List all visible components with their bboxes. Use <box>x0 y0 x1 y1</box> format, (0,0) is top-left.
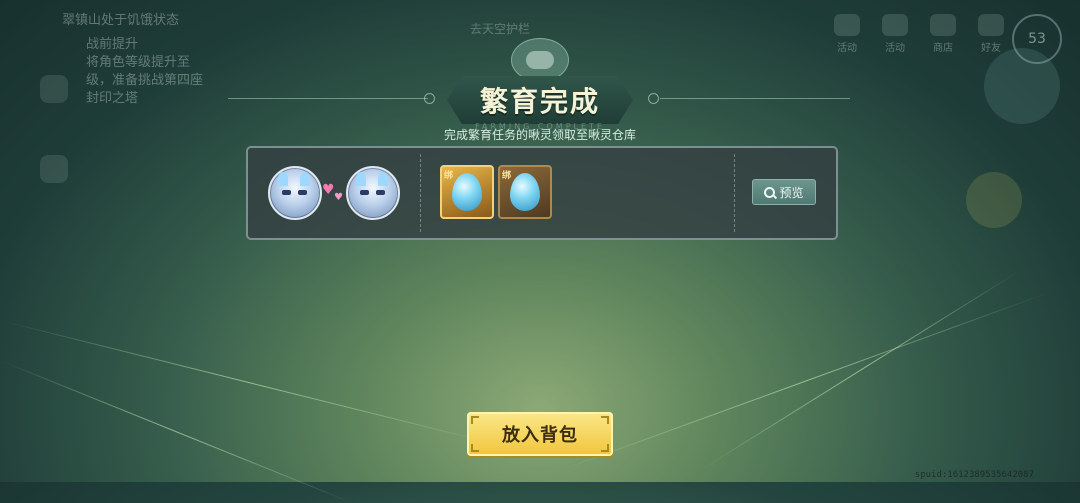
hud-icon: 商店 <box>926 14 960 54</box>
chat-icon <box>40 155 68 183</box>
heart-icon: ♥ <box>334 192 343 203</box>
egg-icon <box>452 173 482 211</box>
breeding-result-panel: ♥ ♥ 绑 绑 预览 <box>246 146 838 240</box>
preview-button[interactable]: 预览 <box>752 179 816 205</box>
put-in-bag-button[interactable]: 放入背包 <box>467 412 613 456</box>
put-in-bag-label: 放入背包 <box>502 425 578 446</box>
title-banner: 繁育完成 <box>447 76 633 124</box>
pet-avatar-faded <box>966 172 1022 228</box>
dialog-title-area: 繁育完成 FARMING COMPLETE <box>0 38 1080 131</box>
quest-line: 战前提升 <box>86 37 139 52</box>
bound-tag: 绑 <box>444 171 454 181</box>
mascot-emblem-icon <box>511 38 569 82</box>
parent-pet-1-avatar[interactable] <box>268 166 322 220</box>
quest-header: 翠镇山处于饥饿状态 <box>62 13 180 28</box>
bound-tag: 绑 <box>502 171 512 181</box>
preview-label: 预览 <box>779 185 804 200</box>
spuid-watermark: spuid:1612389535642087 <box>914 470 1034 480</box>
dialog-title: 繁育完成 <box>479 85 600 118</box>
hud-icon: 活动 <box>830 14 864 54</box>
panel-divider <box>734 154 735 232</box>
top-location-text: 去天空护栏 <box>470 22 531 36</box>
hud-icon: 好友 <box>974 14 1008 54</box>
hud-top-right: 活动 活动 商店 好友 <box>830 14 1008 54</box>
parent-pet-2-avatar[interactable] <box>346 166 400 220</box>
panel-divider <box>420 154 421 232</box>
egg-icon <box>510 173 540 211</box>
heart-icon: ♥ <box>322 182 335 198</box>
title-deco-line <box>228 98 428 99</box>
dialog-subtitle: 完成繁育任务的啾灵领取至啾灵仓库 <box>443 128 636 142</box>
title-deco-dot <box>648 93 659 104</box>
title-deco-dot <box>424 93 435 104</box>
title-deco-line <box>660 98 850 99</box>
egg-item-1[interactable]: 绑 <box>440 165 494 219</box>
hud-icon: 活动 <box>878 14 912 54</box>
search-icon <box>764 186 776 198</box>
egg-item-2[interactable]: 绑 <box>498 165 552 219</box>
